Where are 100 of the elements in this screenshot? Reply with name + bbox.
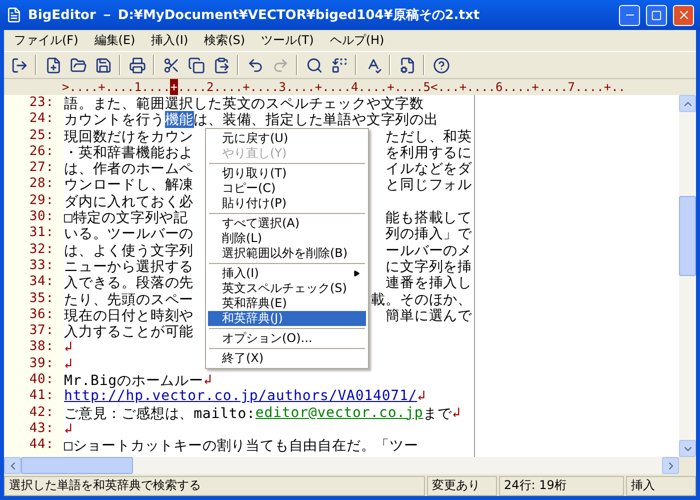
line-break-mark: ↲ xyxy=(64,420,73,438)
paste-icon xyxy=(212,56,230,74)
undo-icon xyxy=(246,56,264,74)
ruler-cursor: + xyxy=(170,79,178,95)
menu-item[interactable]: 検索(S) xyxy=(196,32,254,49)
save-icon xyxy=(94,56,112,74)
line-number: 40: xyxy=(28,372,55,388)
printer-icon xyxy=(128,56,146,74)
scroll-left-button[interactable] xyxy=(4,457,21,474)
close-button[interactable] xyxy=(673,4,694,26)
line-break-mark: ↲ xyxy=(203,372,212,388)
vertical-scrollbar[interactable] xyxy=(679,95,696,457)
submenu-arrow-icon xyxy=(353,270,360,277)
context-menu-item[interactable]: 削除(L) xyxy=(208,231,366,246)
text-line: □特定の文字列や記 xyxy=(64,209,188,226)
text-line: ただし、和英 xyxy=(386,128,472,144)
line-number: 28: xyxy=(28,176,55,193)
line-number: 38: xyxy=(28,339,55,356)
text-line: 能も搭載して xyxy=(386,209,472,226)
status-text: 変更あり xyxy=(427,476,497,496)
context-menu-item[interactable]: 英和辞典(E) xyxy=(208,296,366,311)
text-line: は、作者のホームペ xyxy=(64,160,194,176)
line-number: 36: xyxy=(28,306,55,324)
context-menu-item[interactable]: 英文スペルチェック(S) xyxy=(208,281,366,296)
line-break-mark: ↲ xyxy=(64,356,73,372)
exit-icon xyxy=(10,56,28,74)
new-file-icon xyxy=(44,56,62,74)
text-line: 載。そのほか、 xyxy=(371,290,472,307)
line-number: 37: xyxy=(28,323,55,340)
status-text: 選択した単語を和英辞典で検索する xyxy=(4,476,425,496)
context-menu-item[interactable]: 元に戻す(U) xyxy=(208,131,366,146)
context-menu-item[interactable]: 選択範囲以外を削除(B) xyxy=(208,246,366,261)
text-line: 入力することが可能 xyxy=(64,323,194,340)
scroll-thumb[interactable] xyxy=(21,457,133,474)
copy-icon xyxy=(188,56,204,74)
menu-item[interactable]: ファイル(F) xyxy=(6,32,86,49)
line-number: 34: xyxy=(28,274,55,291)
context-menu-item[interactable]: 貼り付け(P) xyxy=(208,196,366,211)
text-line: と同じフォル xyxy=(386,176,472,193)
selected-text: 機能 xyxy=(164,111,194,128)
line-number: 35: xyxy=(28,290,55,307)
line-number: 23: xyxy=(28,95,55,112)
text-editor[interactable] xyxy=(4,95,679,457)
context-menu-item[interactable]: 切り取り(T) xyxy=(208,166,366,181)
scroll-down-button[interactable] xyxy=(679,440,696,457)
text-line: Mr.Bigのホームルー xyxy=(64,372,204,388)
line-number: 24: xyxy=(28,111,55,128)
text-line: ニューから選択する xyxy=(64,258,194,274)
text-line: 入できる。段落の先 xyxy=(64,274,194,291)
search-icon xyxy=(306,56,322,74)
text-line: を利用するに xyxy=(386,144,472,160)
text-line: ールバーのメ xyxy=(386,242,472,258)
context-menu-item[interactable]: コピー(C) xyxy=(208,181,366,196)
line-number: 30: xyxy=(28,209,55,226)
text-line: に文字列を挿 xyxy=(386,258,472,274)
status-text: 挿入 xyxy=(626,476,696,496)
app-icon xyxy=(6,7,22,23)
settings-icon xyxy=(398,56,416,74)
line-number: 33: xyxy=(28,258,55,274)
menu-item[interactable]: 編集(E) xyxy=(86,32,144,49)
text-line: ウンロードし、解凍 xyxy=(64,176,194,193)
text-line: イルなどをダ xyxy=(386,160,472,176)
text-line: 語。また、範囲選択した英文のスペルチェックや文字数 xyxy=(64,95,424,112)
menu-item[interactable]: 挿入(I) xyxy=(143,32,196,49)
scroll-up-button[interactable] xyxy=(679,95,696,112)
text-line: 簡単に選んで xyxy=(386,306,472,324)
scroll-thumb[interactable] xyxy=(679,196,696,276)
context-menu-item[interactable]: すべて選択(A) xyxy=(208,216,366,231)
scroll-right-button[interactable] xyxy=(662,457,679,474)
window-title: BigEditor － D:¥MyDocument¥VECTOR¥biged104¥原稿その2.txt xyxy=(28,6,481,24)
ruler-text: ....2....+....3....+....4....+....5<...+....6....+....7....+.. xyxy=(178,79,626,95)
text-line: まで xyxy=(423,404,452,421)
text-line: いる。ツールバーの xyxy=(64,225,194,242)
maximize-button[interactable] xyxy=(646,4,667,26)
text-line: ダ内に入れておく必 xyxy=(64,192,194,210)
line-number: 25: xyxy=(28,128,55,144)
context-menu-item[interactable]: 終了(X) xyxy=(208,351,366,366)
text-line: 現回数だけをカウン xyxy=(64,128,194,144)
email-link[interactable]: editor@vector.co.jp xyxy=(255,404,424,421)
line-number: 29: xyxy=(28,192,55,210)
line-number: 39: xyxy=(28,356,55,372)
context-menu-item[interactable]: 和英辞典(J) xyxy=(208,311,366,326)
line-break-mark: ↲ xyxy=(452,404,461,421)
text-line: □ショートカットキーの割り当ても自由自在だ。「ツー xyxy=(64,437,418,454)
line-number: 31: xyxy=(28,225,55,242)
context-menu-item[interactable]: 挿入(I) xyxy=(208,266,366,281)
minimize-button[interactable] xyxy=(619,4,640,26)
text-line: ご意見：ご感想は、mailto: xyxy=(64,404,256,421)
line-number: 26: xyxy=(28,144,55,160)
line-break-mark: ↲ xyxy=(64,339,73,356)
line-number: 27: xyxy=(28,160,55,176)
horizontal-scrollbar[interactable] xyxy=(4,457,679,474)
context-menu-item[interactable]: オプション(O)... xyxy=(208,331,366,346)
text-line: カウントを行う xyxy=(64,111,165,128)
url-link[interactable]: http://hp.vector.co.jp/authors/VA014071/ xyxy=(64,388,418,405)
text-line: 現在の日付と時刻や xyxy=(64,306,194,324)
text-line: たり、先頭のスペー xyxy=(64,290,194,307)
menu-item[interactable]: ヘルプ(H) xyxy=(322,32,392,49)
menu-item[interactable]: ツール(T) xyxy=(253,32,322,49)
scissors-icon xyxy=(162,56,180,74)
